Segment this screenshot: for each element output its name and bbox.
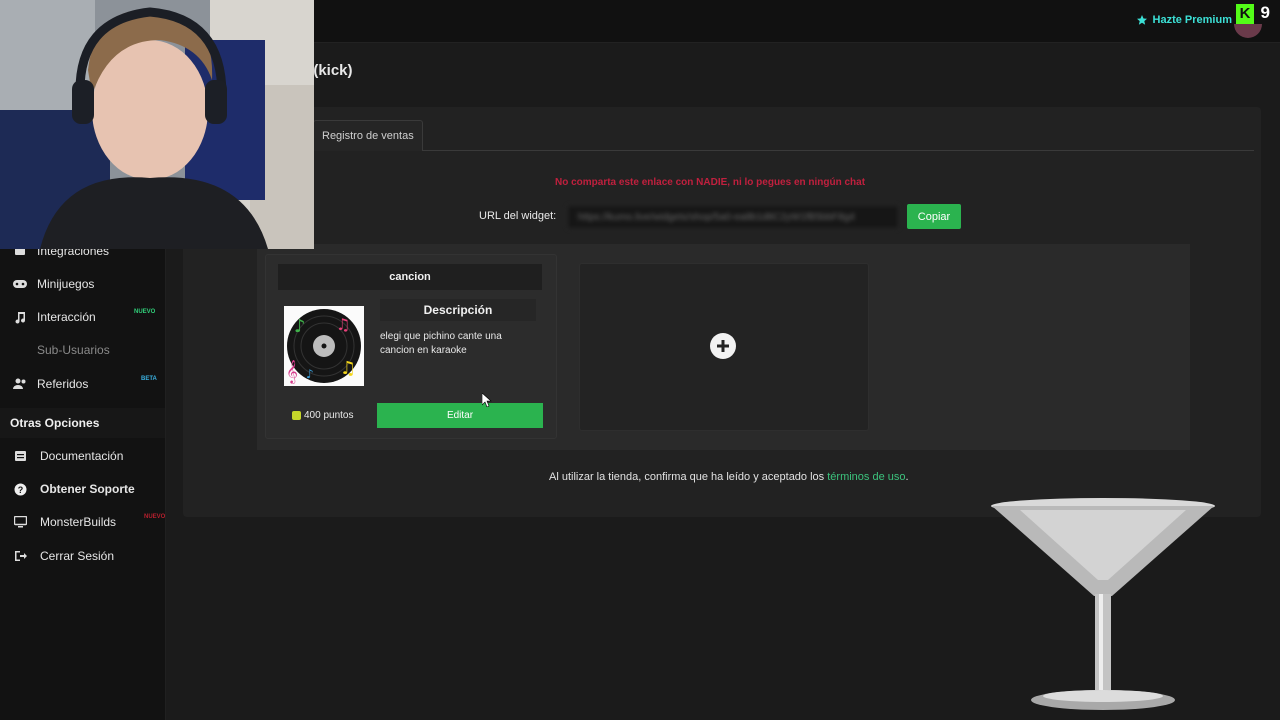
section-title: Otras Opciones [10,416,100,430]
sidebar-item-label: MonsterBuilds [40,515,117,529]
section-otras-opciones: Otras Opciones [0,408,165,438]
svg-text:𝄞: 𝄞 [286,359,298,384]
security-warning: No comparta este enlace con NADIE, ni lo… [555,177,866,188]
svg-text:♪: ♪ [294,316,306,337]
sidebar-item-monsterbuilds[interactable]: MonsterBuilds [0,509,165,535]
widget-url-field[interactable]: https://kumo.live/widgets/shop/5a0-ea8b1… [567,205,899,229]
sidebar-item-label: Referidos [37,377,89,391]
svg-text:♫: ♫ [340,358,356,379]
sidebar-item-label: Sub-Usuarios [37,343,110,357]
svg-text:♪: ♪ [306,367,314,381]
star-icon [1136,15,1147,25]
new-badge: NUEVO [144,514,166,520]
sidebar-item-label: Obtener Soporte [40,482,135,496]
webcam-overlay [0,0,314,249]
coins-icon [292,411,301,420]
gamepad-icon [13,277,27,291]
premium-label: Hazte Premium [1152,14,1232,26]
sidebar-item-label: Interacción [37,310,96,324]
svg-text:?: ? [17,485,23,495]
logout-icon [13,549,27,563]
kick-logo: K [1236,4,1254,24]
users-icon [13,377,27,391]
description-title: Descripción [380,299,536,321]
beta-badge: BETA [141,376,157,382]
tab-registro-ventas[interactable]: Registro de ventas [313,120,423,151]
sidebar-item-documentacion[interactable]: Documentación [0,443,165,469]
sidebar-item-label: Documentación [40,449,124,463]
terms-text: Al utilizar la tienda, confirma que ha l… [549,471,825,483]
sidebar-item-cerrar-sesion[interactable]: Cerrar Sesión [0,543,165,569]
sidebar-item-soporte[interactable]: ? Obtener Soporte [0,476,165,502]
sidebar-item-label: Cerrar Sesión [40,549,115,563]
premium-button[interactable]: Hazte Premium [1136,14,1232,26]
martini-glass-image [991,498,1215,710]
item-description: elegi que pichino cante una cancion en k… [380,331,502,356]
sidebar-item-sub-usuarios[interactable]: Sub-Usuarios [0,337,165,363]
tab-bar: Registro de ventas [313,120,1254,151]
question-icon: ? [13,482,27,496]
sidebar-item-label: Minijuegos [37,277,95,291]
music-record-icon: ♪ ♫ ♫ 𝄞 ♪ [284,306,364,386]
terms-link[interactable]: términos de uso [827,471,905,483]
music-note-icon [13,310,27,324]
docs-icon [13,449,27,463]
terms-end: . [905,471,909,483]
terms-notice: Al utilizar la tienda, confirma que ha l… [549,471,909,483]
copy-button[interactable]: Copiar [907,204,961,229]
plus-icon[interactable] [710,333,736,359]
points-label: 400 puntos [304,410,354,421]
mouse-cursor [482,393,492,407]
sidebar-item-interaccion[interactable]: Interacción [0,304,165,330]
item-price: 400 puntos [292,410,354,421]
new-badge: NUEVO [134,309,156,315]
svg-text:♫: ♫ [336,315,350,334]
kick-count: 9 [1260,3,1270,22]
sidebar-item-referidos[interactable]: Referidos [0,371,165,397]
edit-button[interactable]: Editar [377,403,543,428]
monitor-icon [13,515,27,529]
url-label: URL del widget: [479,210,557,222]
item-title: cancion [278,264,542,290]
sidebar-item-minijuegos[interactable]: Minijuegos [0,271,165,297]
